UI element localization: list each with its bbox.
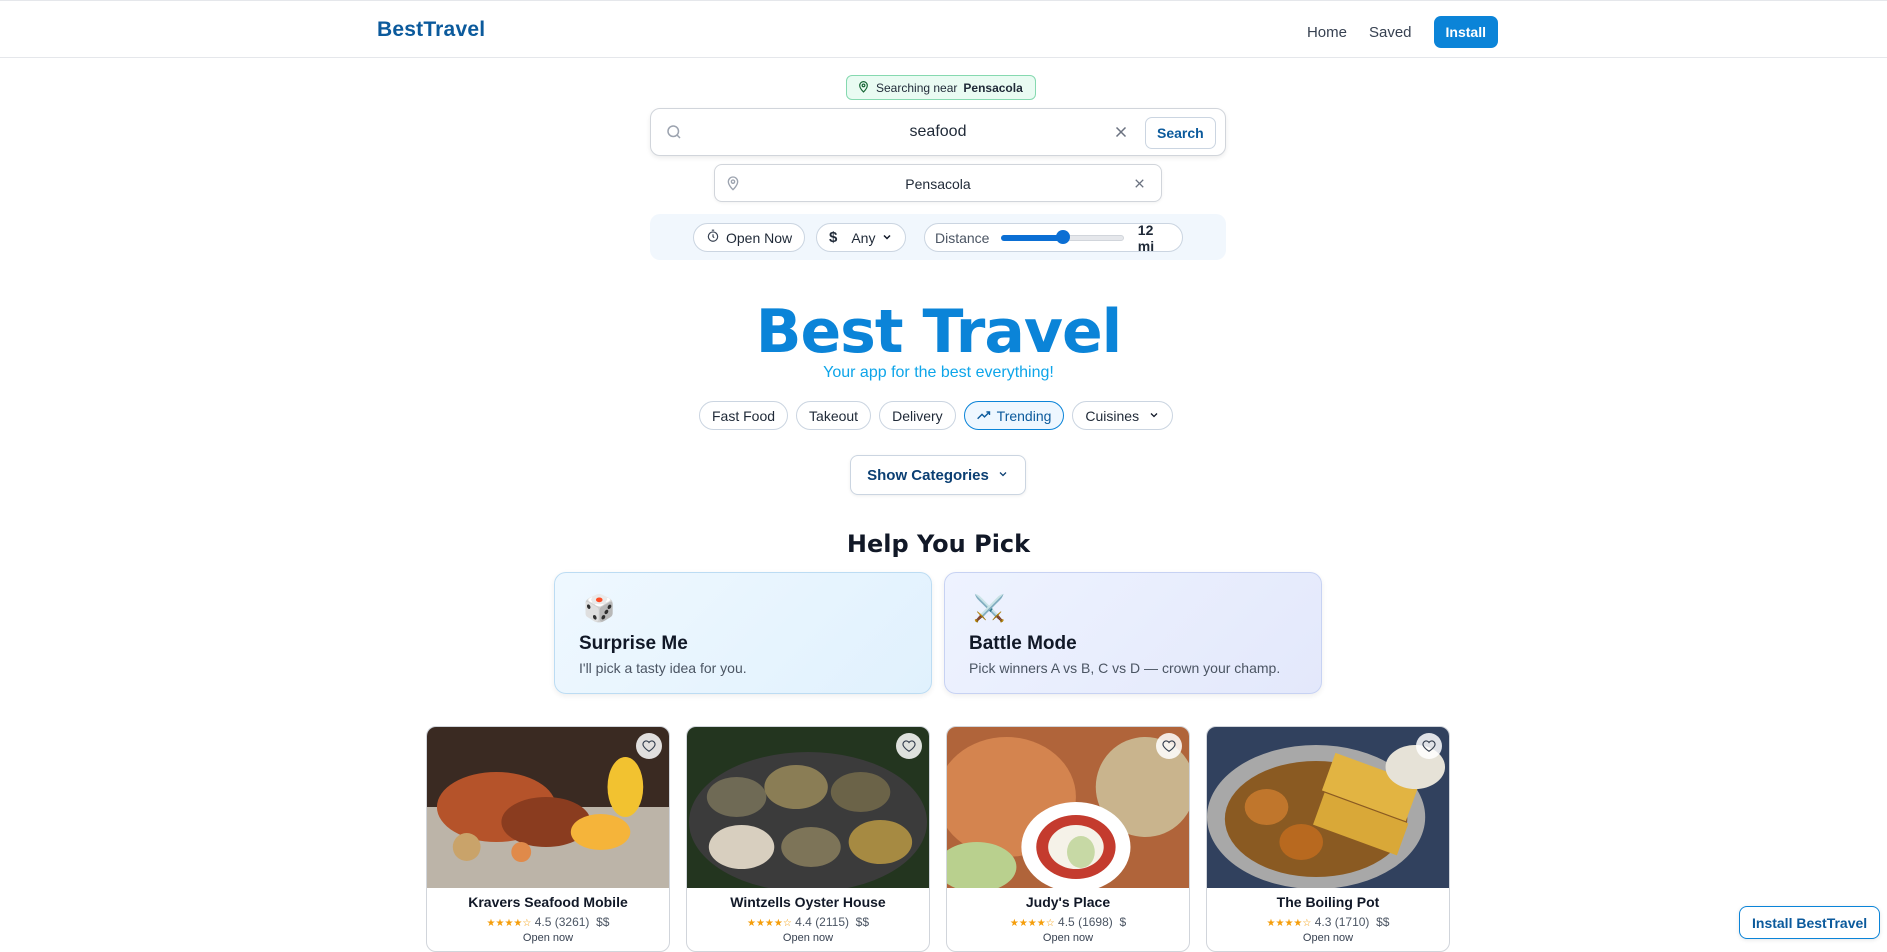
price-filter[interactable]: $ Any — [816, 223, 907, 252]
rating-stars: ★★★★☆ — [746, 918, 792, 929]
rating-value: 4.5 — [1058, 915, 1075, 929]
price-level: $$ — [1376, 915, 1390, 929]
search-input[interactable]: seafood — [651, 123, 1225, 141]
crossed-swords-icon: ⚔️ — [973, 593, 1006, 623]
chevron-down-icon — [1148, 408, 1160, 424]
restaurant-photo — [687, 727, 929, 888]
chip-label: Fast Food — [712, 407, 776, 424]
hero-subtitle: Your app for the best everything! — [823, 364, 1054, 381]
review-count: (2115) — [815, 915, 849, 929]
searching-near-city: Pensacola — [963, 80, 1023, 95]
restaurant-photo — [947, 727, 1189, 888]
searching-near-badge: Searching near Pensacola — [846, 75, 1036, 100]
restaurant-card[interactable]: Kravers Seafood Mobile ★★★★☆ 4.5 (3261) … — [426, 726, 670, 952]
favorite-heart-icon[interactable] — [1156, 733, 1182, 759]
dollar-icon: $ — [829, 229, 838, 246]
chip-cuisines[interactable]: Cuisines — [1072, 401, 1174, 430]
rating-value: 4.5 — [534, 915, 552, 929]
chip-fast-food[interactable]: Fast Food — [699, 401, 789, 430]
restaurant-photo — [1207, 727, 1449, 888]
surprise-me-card[interactable]: 🎲 Surprise Me I'll pick a tasty idea for… — [554, 572, 932, 694]
restaurant-meta: ★★★★☆ 4.5 (1698) $ — [947, 915, 1189, 929]
restaurant-meta: ★★★★☆ 4.4 (2115) $$ — [687, 915, 929, 929]
surprise-me-title: Surprise Me — [579, 633, 688, 654]
floating-install-button[interactable]: Install BestTravel — [1739, 906, 1881, 939]
chip-label: Takeout — [809, 407, 859, 424]
nav-links: Home Saved Install — [1307, 16, 1498, 48]
show-categories-button[interactable]: Show Categories — [850, 455, 1026, 495]
surprise-me-description: I'll pick a tasty idea for you. — [579, 660, 747, 676]
open-status: Open now — [1042, 932, 1094, 944]
price-level: $ — [1119, 915, 1127, 929]
favorite-heart-icon[interactable] — [636, 733, 662, 759]
brand-logo[interactable]: BestTravel — [377, 18, 485, 42]
restaurant-name: Kravers Seafood Mobile — [468, 894, 628, 910]
price-level: $$ — [855, 915, 870, 929]
trending-icon — [976, 408, 992, 424]
restaurant-card[interactable]: Wintzells Oyster House ★★★★☆ 4.4 (2115) … — [686, 726, 930, 952]
open-status: Open now — [782, 932, 834, 944]
favorite-heart-icon[interactable] — [1416, 733, 1442, 759]
open-now-label: Open Now — [726, 229, 793, 246]
slider-fill — [1001, 234, 1063, 241]
restaurant-name: The Boiling Pot — [1276, 894, 1380, 910]
nav-home-link[interactable]: Home — [1307, 24, 1347, 41]
battle-mode-card[interactable]: ⚔️ Battle Mode Pick winners A vs B, C vs… — [944, 572, 1322, 694]
review-count: (1698) — [1078, 915, 1113, 929]
battle-mode-description: Pick winners A vs B, C vs D — crown your… — [969, 660, 1281, 676]
slider-handle[interactable] — [1055, 229, 1070, 244]
show-categories-label: Show Categories — [867, 466, 989, 484]
help-you-pick-heading: Help You Pick — [846, 530, 1031, 558]
location-field: Pensacola — [714, 164, 1162, 202]
open-now-filter[interactable]: Open Now — [693, 223, 806, 252]
rating-stars: ★★★★☆ — [1266, 918, 1312, 929]
rating-value: 4.3 — [1314, 915, 1332, 929]
open-status: Open now — [1302, 932, 1354, 944]
install-button[interactable]: Install — [1433, 16, 1498, 48]
rating-stars: ★★★★☆ — [486, 918, 532, 929]
search-bar: seafood Search — [650, 108, 1226, 156]
quick-filter-chips: Fast Food Takeout Delivery Trending Cuis… — [699, 401, 1174, 430]
favorite-heart-icon[interactable] — [896, 733, 922, 759]
distance-slider[interactable] — [1001, 229, 1124, 244]
review-count: (3261) — [554, 915, 590, 929]
clear-location-icon[interactable] — [1132, 176, 1147, 196]
clear-search-icon[interactable] — [1112, 123, 1130, 146]
timer-icon — [706, 229, 720, 246]
rating-value: 4.4 — [795, 915, 812, 929]
restaurant-name: Wintzells Oyster House — [730, 894, 886, 910]
battle-mode-title: Battle Mode — [969, 633, 1077, 654]
restaurant-photo — [427, 727, 669, 888]
chip-label: Trending — [996, 407, 1052, 424]
distance-filter: Distance 12 mi — [924, 221, 1183, 254]
chip-trending[interactable]: Trending — [963, 401, 1065, 430]
chevron-down-icon — [881, 230, 893, 246]
chip-delivery[interactable]: Delivery — [879, 401, 956, 430]
chevron-down-icon — [997, 467, 1009, 484]
hero-title: Best Travel — [755, 297, 1123, 367]
restaurant-name: Judy's Place — [1025, 894, 1111, 910]
price-value: Any — [851, 229, 876, 246]
nav-saved-link[interactable]: Saved — [1369, 24, 1412, 41]
distance-label: Distance — [935, 229, 990, 246]
open-status: Open now — [522, 932, 574, 944]
distance-value: 12 mi — [1137, 221, 1155, 254]
restaurant-card[interactable]: The Boiling Pot ★★★★☆ 4.3 (1710) $$ Open… — [1206, 726, 1450, 952]
restaurant-meta: ★★★★☆ 4.3 (1710) $$ — [1207, 915, 1449, 929]
search-button[interactable]: Search — [1145, 117, 1216, 149]
price-level: $$ — [596, 915, 610, 929]
top-navbar: BestTravel Home Saved Install — [0, 0, 1887, 58]
chip-takeout[interactable]: Takeout — [796, 401, 872, 430]
dice-icon: 🎲 — [583, 593, 616, 623]
map-pin-icon — [857, 80, 870, 96]
restaurant-card[interactable]: Judy's Place ★★★★☆ 4.5 (1698) $ Open now — [946, 726, 1190, 952]
rating-stars: ★★★★☆ — [1009, 918, 1055, 929]
filters-bar: Open Now $ Any Distance 12 mi — [650, 214, 1226, 260]
review-count: (1710) — [1334, 915, 1370, 929]
searching-near-label: Searching near — [876, 80, 958, 95]
location-input[interactable]: Pensacola — [715, 176, 1161, 192]
chip-label: Delivery — [892, 407, 943, 424]
restaurant-meta: ★★★★☆ 4.5 (3261) $$ — [427, 915, 669, 929]
chip-label: Cuisines — [1085, 407, 1140, 424]
